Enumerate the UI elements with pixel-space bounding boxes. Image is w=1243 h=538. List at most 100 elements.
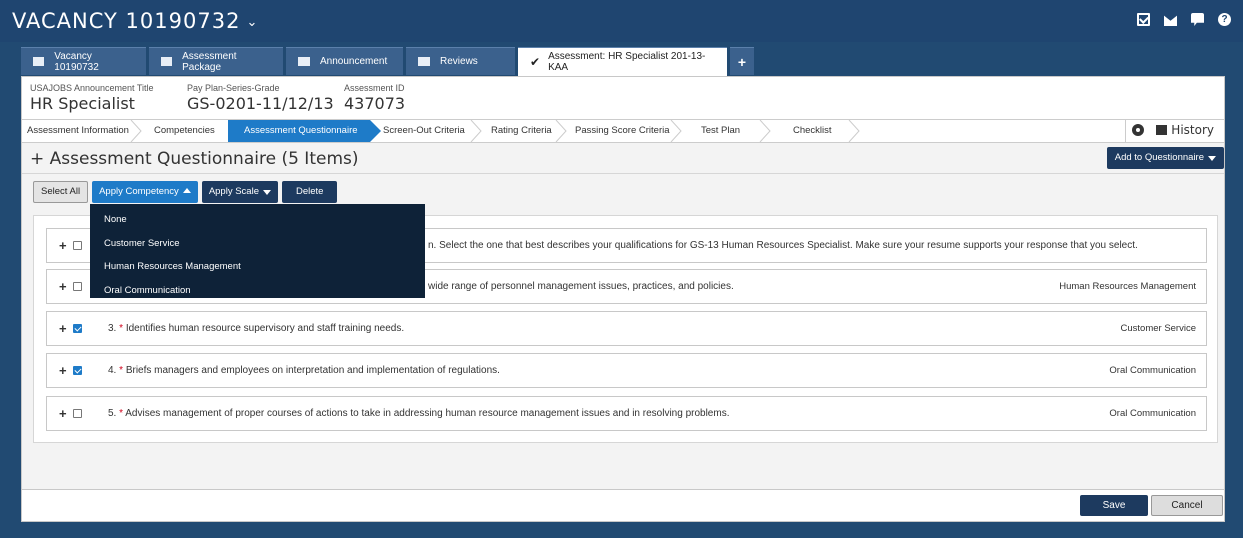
tab-vacancy[interactable]: Vacancy 10190732 (21, 47, 146, 75)
caret-down-icon (1208, 156, 1216, 161)
caret-down-icon (262, 190, 271, 195)
announcement-title-value: HR Specialist (30, 94, 135, 113)
step-test-plan[interactable]: Test Plan (701, 120, 740, 142)
step-assessment-questionnaire[interactable]: Assessment Questionnaire (228, 120, 370, 142)
tab-label: Vacancy 10190732 (54, 50, 99, 73)
caret-up-icon (182, 188, 191, 193)
step-separator (670, 120, 682, 142)
section-title[interactable]: + Assessment Questionnaire (5 Items) (30, 149, 359, 169)
question-body: wide range of personnel management issue… (428, 281, 734, 292)
step-rating-criteria[interactable]: Rating Criteria (491, 120, 552, 142)
step-competencies[interactable]: Competencies (154, 120, 215, 142)
question-body: n. Select the one that best describes yo… (428, 240, 1138, 251)
menu-item-customer-service[interactable]: Customer Service (90, 232, 425, 256)
mail-icon[interactable] (1164, 15, 1177, 26)
add-to-questionnaire-button[interactable]: Add to Questionnaire (1106, 147, 1224, 169)
tab-label: Announcement (320, 56, 388, 67)
apply-scale-button[interactable]: Apply Scale (201, 181, 278, 203)
tab-reviews[interactable]: Reviews (406, 47, 515, 75)
required-marker: * (119, 408, 124, 419)
expand-icon[interactable]: + (59, 407, 67, 420)
expand-icon[interactable]: + (59, 239, 67, 252)
announcement-title-label: USAJOBS Announcement Title (30, 83, 154, 93)
required-marker: * (119, 323, 124, 334)
menu-item-none[interactable]: None (90, 208, 425, 232)
step-screen-out-criteria[interactable]: Screen-Out Criteria (383, 120, 465, 142)
tab-bar: Vacancy 10190732 Assessment Package Anno… (21, 47, 757, 76)
apply-competency-button[interactable]: Apply Competency (92, 181, 198, 203)
select-all-button[interactable]: Select All (33, 181, 89, 203)
checkbox-icon[interactable] (1137, 13, 1150, 26)
question-row[interactable]: + 3. * Identifies human resource supervi… (46, 311, 1207, 346)
chat-icon[interactable] (1191, 13, 1204, 26)
question-number: 3. (108, 323, 117, 334)
question-number: 5. (108, 408, 117, 419)
check-icon: ✔ (530, 55, 541, 69)
question-checkbox[interactable] (73, 409, 82, 418)
expand-icon[interactable]: + (59, 280, 67, 293)
header-icons: ? (1137, 13, 1231, 26)
add-tab-button[interactable]: + (730, 47, 754, 75)
step-separator (555, 120, 567, 142)
history-button[interactable]: History (1156, 123, 1214, 137)
question-body: Identifies human resource supervisory an… (125, 323, 405, 334)
tab-assessment-package[interactable]: Assessment Package (149, 47, 283, 75)
help-icon[interactable]: ? (1218, 13, 1231, 26)
app-header: VACANCY 10190732 ⌄ ? (0, 0, 1243, 42)
tab-label: Assessment: HR Specialist 201-13-KAA (548, 51, 706, 73)
tab-assessment-hr-specialist[interactable]: ✔ Assessment: HR Specialist 201-13-KAA (518, 47, 727, 76)
assessment-id: Assessment ID 437073 (344, 83, 405, 113)
question-checkbox[interactable] (73, 282, 82, 291)
question-checkbox[interactable] (73, 366, 82, 375)
plus-icon: + (737, 53, 747, 70)
question-row[interactable]: + 5. * Advises management of proper cour… (46, 396, 1207, 431)
question-row[interactable]: + 4. * Briefs managers and employees on … (46, 353, 1207, 388)
gear-icon[interactable] (1132, 124, 1144, 136)
step-separator (470, 120, 482, 142)
assessment-id-value: 437073 (344, 94, 406, 113)
question-text: 3. * Identifies human resource superviso… (108, 323, 404, 334)
question-body: Briefs managers and employees on interpr… (125, 365, 500, 376)
question-checkbox[interactable] (73, 324, 82, 333)
toolbar: Select All Apply Competency Apply Scale … (33, 181, 338, 203)
question-text: wide range of personnel management issue… (428, 281, 734, 292)
question-text: 5. * Advises management of proper course… (108, 408, 729, 419)
footer-bar: Save Cancel (22, 489, 1224, 521)
add-to-questionnaire-label: Add to Questionnaire (1114, 152, 1204, 163)
apply-competency-menu: None Customer Service Human Resources Ma… (90, 204, 425, 298)
delete-button[interactable]: Delete (281, 181, 338, 203)
history-label: History (1171, 123, 1214, 137)
chevron-down-icon[interactable]: ⌄ (246, 15, 258, 30)
question-text: n. Select the one that best describes yo… (428, 240, 1138, 251)
thumbs-up-icon (418, 57, 430, 66)
printer-icon (1156, 125, 1168, 135)
question-competency: Human Resources Management (1059, 281, 1196, 292)
save-button[interactable]: Save (1080, 495, 1148, 516)
pay-plan-grade-label: Pay Plan-Series-Grade (187, 83, 280, 93)
question-number: 4. (108, 365, 117, 376)
step-checklist[interactable]: Checklist (793, 120, 832, 142)
folder-icon (33, 57, 45, 66)
question-competency: Customer Service (1120, 323, 1197, 334)
menu-item-oral-communication[interactable]: Oral Communication (90, 279, 425, 303)
expand-icon[interactable]: + (59, 364, 67, 377)
apply-competency-label: Apply Competency (99, 186, 179, 197)
required-marker: * (119, 365, 124, 376)
files-icon (161, 57, 173, 66)
menu-item-human-resources-management[interactable]: Human Resources Management (90, 255, 425, 279)
question-checkbox[interactable] (73, 241, 82, 250)
step-active-arrow (370, 120, 382, 142)
question-competency: Oral Communication (1109, 365, 1196, 376)
tab-label: Reviews (440, 56, 478, 67)
step-passing-score-criteria[interactable]: Passing Score Criteria (575, 120, 670, 142)
cancel-button[interactable]: Cancel (1151, 495, 1223, 516)
expand-icon[interactable]: + (59, 322, 67, 335)
divider (22, 173, 1224, 174)
pay-plan-grade-value: GS-0201-11/12/13 (187, 94, 334, 113)
step-assessment-information[interactable]: Assessment Information (27, 120, 129, 142)
apply-scale-label: Apply Scale (208, 186, 259, 197)
step-nav: Assessment Information Competencies Asse… (22, 120, 1224, 143)
vacancy-title[interactable]: VACANCY 10190732 ⌄ (12, 9, 258, 33)
tab-announcement[interactable]: Announcement (286, 47, 403, 75)
step-separator (848, 120, 860, 142)
